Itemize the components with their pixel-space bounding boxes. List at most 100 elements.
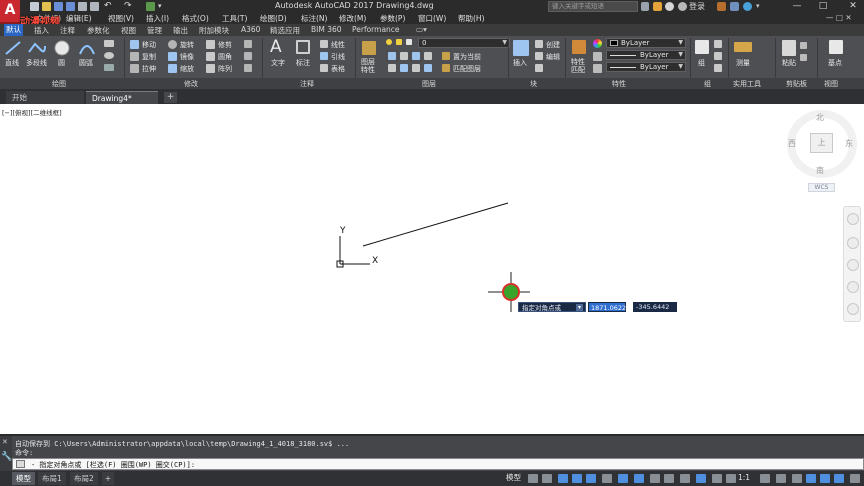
offset-icon[interactable] [244, 64, 252, 72]
layer-tool-icon[interactable] [388, 64, 396, 72]
viewcube-top-face[interactable]: 上 [810, 133, 833, 153]
ortho-icon[interactable] [572, 474, 582, 483]
dynamic-input-icon[interactable] [558, 474, 568, 483]
tab-view[interactable]: 视图 [119, 25, 138, 36]
mirror-label[interactable]: 镜像 [180, 52, 194, 62]
polyline-icon[interactable] [27, 40, 47, 56]
tab-performance[interactable]: Performance [350, 25, 402, 34]
lineweight-combo[interactable]: ByLayer ▼ [606, 62, 686, 72]
panel-title-modify[interactable]: 修改 [184, 79, 198, 89]
menu-draw[interactable]: 绘图(D) [260, 13, 287, 24]
quick-access-dropdown-icon[interactable]: ▾ [158, 2, 167, 11]
search-input[interactable]: 键入关键字或短语 [548, 1, 638, 12]
tab-parametric[interactable]: 参数化 [85, 25, 112, 36]
menu-insert[interactable]: 插入(I) [146, 13, 169, 24]
ribbon-minimize-icon[interactable]: ▭▾ [414, 25, 429, 34]
table-label[interactable]: 表格 [331, 64, 345, 74]
object-snap-icon[interactable] [634, 474, 644, 483]
zoom-icon[interactable] [847, 259, 859, 271]
orbit-icon[interactable] [847, 281, 859, 293]
paste-label[interactable]: 粘贴 [782, 58, 796, 68]
autocad-logo-icon[interactable]: A [0, 0, 20, 24]
insert-block-icon[interactable] [513, 40, 529, 56]
tab-a360[interactable]: A360 [239, 25, 262, 34]
ellipse-icon[interactable] [104, 52, 114, 59]
stretch-icon[interactable] [130, 64, 139, 73]
minimize-button[interactable]: — [790, 0, 804, 12]
layer-tool-icon[interactable] [412, 52, 420, 60]
menu-parametric[interactable]: 参数(P) [380, 13, 405, 24]
leader-label[interactable]: 引线 [331, 52, 345, 62]
open-icon[interactable] [42, 2, 51, 11]
model-space-toggle[interactable]: 模型 [506, 472, 521, 483]
a360-icon[interactable] [665, 2, 674, 11]
tab-annotate[interactable]: 注释 [58, 25, 77, 36]
wrench-icon[interactable]: 🔧 [1, 452, 12, 462]
lineweight-toggle-icon[interactable] [650, 474, 660, 483]
layer-tool-icon[interactable] [424, 64, 432, 72]
layer-tool-icon[interactable] [400, 52, 408, 60]
mirror-icon[interactable] [168, 52, 177, 61]
command-prompt-icon[interactable] [16, 460, 25, 468]
linear-label[interactable]: 线性 [331, 40, 345, 50]
3d-osnap-icon[interactable] [696, 474, 706, 483]
command-line-grip[interactable]: ✕ 🔧 [0, 436, 12, 471]
annotation-monitor-icon[interactable] [792, 474, 802, 483]
set-current-icon[interactable] [442, 52, 450, 60]
tab-addins[interactable]: 附加模块 [197, 25, 231, 36]
redo-icon[interactable]: ↷ [124, 2, 133, 11]
edit-label[interactable]: 编辑 [546, 52, 560, 62]
units-icon[interactable] [806, 474, 816, 483]
arc-icon[interactable] [78, 40, 96, 56]
tab-default[interactable]: 默认 [4, 24, 23, 36]
cut-icon[interactable] [800, 42, 807, 49]
trim-label[interactable]: 修剪 [218, 40, 232, 50]
match-layer-label[interactable]: 匹配图层 [453, 64, 481, 74]
table-icon[interactable] [320, 64, 328, 72]
share-icon[interactable] [146, 2, 155, 11]
grid-icon[interactable] [528, 474, 538, 483]
hardware-acceleration-icon[interactable] [820, 474, 830, 483]
linear-icon[interactable] [320, 40, 328, 48]
save-icon[interactable] [54, 2, 63, 11]
text-label[interactable]: 文字 [271, 58, 285, 68]
dynamic-ucs-icon[interactable] [712, 474, 722, 483]
arc-label[interactable]: 圆弧 [79, 58, 93, 68]
match-layer-icon[interactable] [442, 64, 450, 72]
match-properties-label[interactable]: 特性匹配 [571, 58, 589, 74]
tab-output[interactable]: 输出 [171, 25, 190, 36]
layout-tab-2[interactable]: 布局2 [70, 472, 98, 485]
close-icon[interactable]: ✕ [2, 438, 8, 446]
group-select-icon[interactable] [714, 64, 722, 72]
object-snap-tracking-icon[interactable] [618, 474, 628, 483]
lineweight-icon[interactable] [593, 64, 602, 73]
menu-tools[interactable]: 工具(T) [222, 13, 247, 24]
erase-icon[interactable] [244, 40, 252, 48]
panel-title-layers[interactable]: 图层 [422, 79, 436, 89]
layer-tool-icon[interactable] [388, 52, 396, 60]
user-icon[interactable] [678, 2, 687, 11]
menu-window[interactable]: 窗口(W) [418, 13, 446, 24]
paste-icon[interactable] [782, 40, 796, 56]
panel-title-view[interactable]: 视图 [824, 79, 838, 89]
scale-icon[interactable] [168, 64, 177, 73]
print-icon[interactable] [90, 2, 99, 11]
isodraft-icon[interactable] [602, 474, 612, 483]
coordinate-y-input[interactable]: -345.6442 [633, 302, 677, 312]
showmotion-icon[interactable] [847, 303, 859, 315]
login-link[interactable]: 登录 [689, 1, 705, 12]
move-icon[interactable] [130, 40, 139, 49]
panel-title-properties[interactable]: 特性 [612, 79, 626, 89]
menu-edit[interactable]: 编辑(E) [66, 13, 92, 24]
command-input-text[interactable]: - 指定对角点或 [栏选(F) 圈围(WP) 圈交(CP)]: [31, 460, 195, 470]
measure-icon[interactable] [734, 42, 752, 52]
annotation-scale[interactable]: 1:1 [738, 473, 750, 482]
pan-icon[interactable] [847, 237, 859, 249]
hatch-icon[interactable] [104, 64, 114, 71]
edit-block-icon[interactable] [535, 52, 543, 60]
color-wheel-icon[interactable] [593, 39, 602, 48]
plot-icon[interactable] [78, 2, 87, 11]
fillet-icon[interactable] [206, 52, 215, 61]
menu-help[interactable]: 帮助(H) [458, 13, 485, 24]
layer-tool-icon[interactable] [412, 64, 420, 72]
